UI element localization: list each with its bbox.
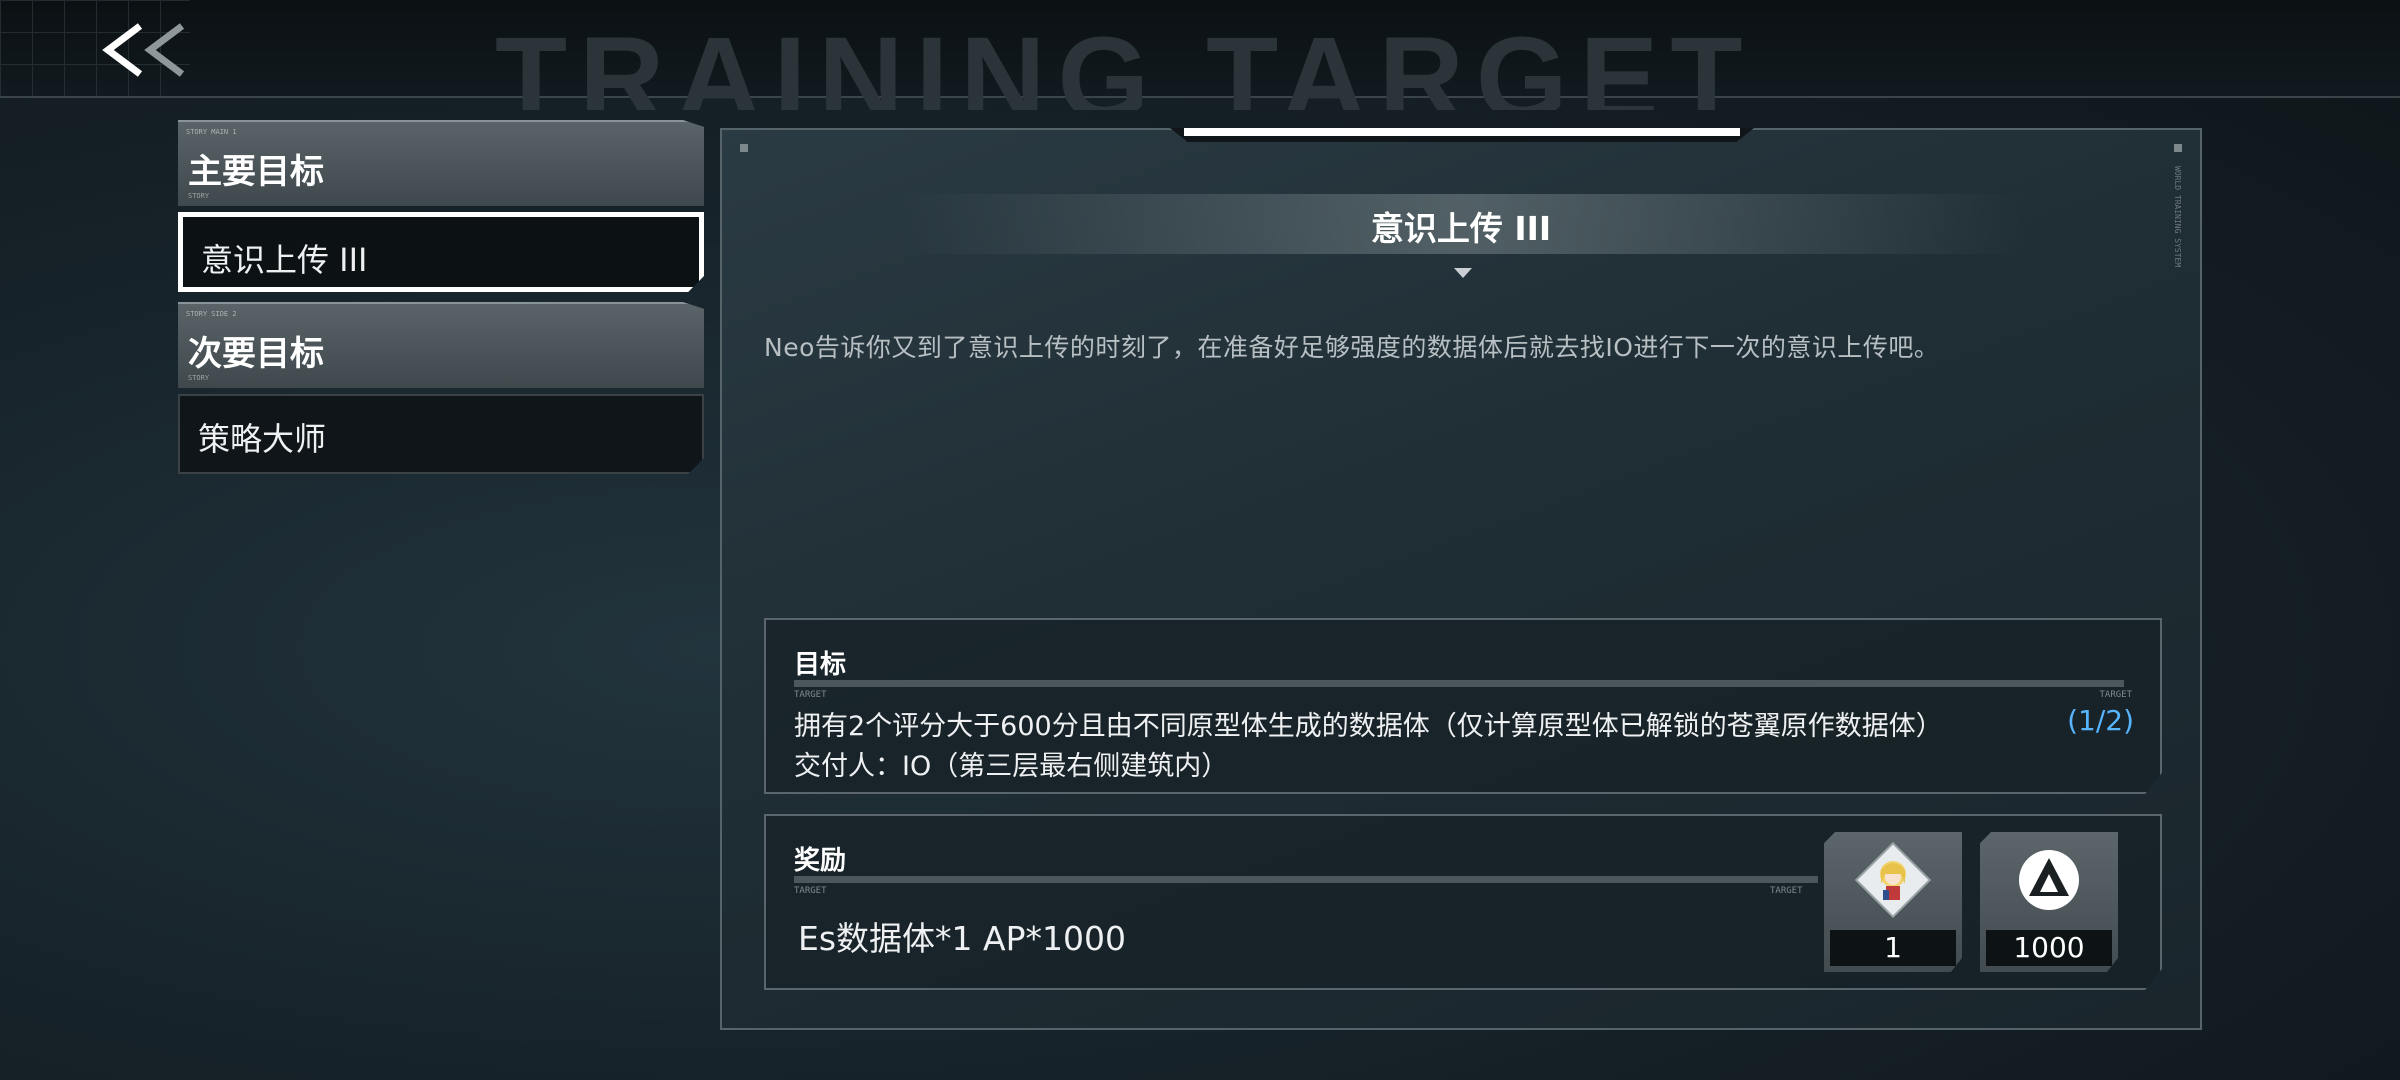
goal-requirement: 拥有2个评分大于600分且由不同原型体生成的数据体（仅计算原型体已解锁的苍翼原作…: [794, 711, 1943, 742]
goal-tag-right: TARGET: [2099, 690, 2132, 700]
reward-tag-right: TARGET: [1770, 886, 1803, 896]
reward-item-ap[interactable]: 1000: [1980, 832, 2118, 972]
section-header-label: 主要目标: [188, 152, 324, 192]
goal-progress: (1/2): [2067, 704, 2134, 737]
goal-title: 目标: [794, 650, 847, 680]
section-header-tag-bottom: STORY: [188, 374, 210, 382]
quest-item-consciousness-upload[interactable]: 意识上传 III: [178, 212, 704, 292]
section-header-label: 次要目标: [188, 334, 324, 374]
goal-deliver-to: 交付人：IO（第三层最右侧建筑内）: [794, 751, 1229, 782]
reward-title: 奖励: [794, 846, 847, 876]
corner-dot: [2174, 144, 2182, 152]
reward-item-count: 1: [1830, 930, 1956, 966]
goal-divider: [794, 680, 2124, 687]
quest-item-strategy-master[interactable]: 策略大师: [178, 394, 704, 474]
panel-top-tab: [1170, 128, 1754, 142]
reward-tag-left: TARGET: [794, 886, 827, 896]
top-bar: TRAINING TARGET: [0, 0, 2400, 110]
ap-currency-icon: [2019, 850, 2079, 910]
reward-divider: [794, 876, 1818, 883]
section-header-tag: STORY MAIN 1: [186, 128, 237, 136]
screen-watermark-title: TRAINING TARGET: [495, 20, 1755, 110]
section-header-main: STORY MAIN 1 主要目标 STORY: [178, 120, 704, 206]
reward-item-data-body[interactable]: 1: [1824, 832, 1962, 972]
section-header-tag-bottom: STORY: [188, 192, 210, 200]
section-header-tag: STORY SIDE 2: [186, 310, 237, 318]
quest-detail-panel: WORLD TRAINING SYSTEM 意识上传 III Neo告诉你又到了…: [720, 128, 2202, 1030]
quest-title: 意识上传 III: [1370, 209, 1552, 248]
section-header-side: STORY SIDE 2 次要目标 STORY: [178, 302, 704, 388]
quest-item-label: 策略大师: [198, 420, 327, 458]
goal-tag-left: TARGET: [794, 690, 827, 700]
reward-summary: Es数据体*1 AP*1000: [798, 919, 1126, 958]
caret-down-icon: [1454, 268, 1472, 278]
character-portrait-icon: [1854, 841, 1932, 919]
quest-menu: STORY MAIN 1 主要目标 STORY 意识上传 III STORY S…: [178, 120, 704, 484]
corner-dot: [740, 144, 748, 152]
reward-box: 奖励 TARGET TARGET Es数据体*1 AP*1000 1 1000: [764, 814, 2162, 990]
quest-item-label: 意识上传 III: [201, 241, 368, 279]
goal-box: 目标 TARGET TARGET 拥有2个评分大于600分且由不同原型体生成的数…: [764, 618, 2162, 794]
back-button[interactable]: [100, 22, 196, 78]
quest-description: Neo告诉你又到了意识上传的时刻了，在准备好足够强度的数据体后就去找IO进行下一…: [764, 333, 1940, 362]
double-chevron-left-icon: [102, 23, 185, 77]
reward-item-count: 1000: [1986, 930, 2112, 966]
